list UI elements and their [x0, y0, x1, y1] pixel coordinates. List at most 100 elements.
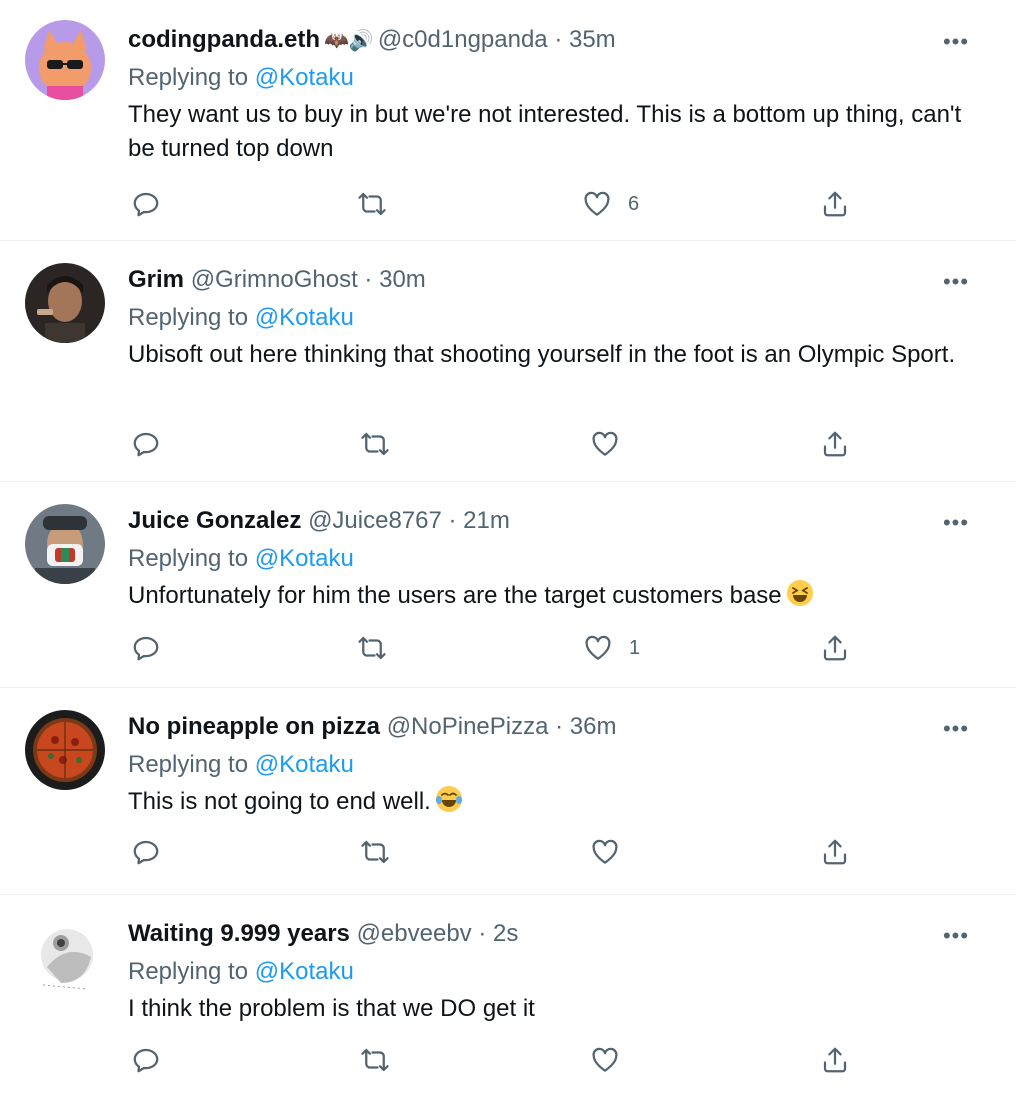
like-button[interactable] — [590, 1042, 636, 1078]
user-handle[interactable]: @GrimnoGhost — [191, 266, 358, 293]
replying-to-line: Replying to @Kotaku — [128, 749, 354, 781]
reply-bubble-icon — [133, 636, 159, 661]
user-handle[interactable]: @ebveebv — [357, 920, 472, 947]
mention-link[interactable]: @Kotaku — [255, 304, 354, 331]
retweet-button[interactable] — [357, 630, 387, 666]
display-name[interactable]: Waiting 9.999 years — [128, 920, 350, 947]
tweet-text: I think the problem is that we DO get it — [128, 995, 535, 1022]
tweet[interactable]: No pineapple on pizza @NoPinePizza · 36m… — [0, 688, 1016, 895]
share-button[interactable] — [820, 426, 850, 462]
heart-icon — [585, 635, 611, 660]
timestamp[interactable]: 35m — [569, 26, 616, 53]
tweet[interactable]: Grim @GrimnoGhost · 30m ••• Replying to … — [0, 241, 1016, 482]
reply-button[interactable] — [131, 186, 161, 222]
reply-bubble-icon — [133, 192, 159, 217]
tweet-text: This is not going to end well. — [128, 788, 431, 815]
retweet-icon — [361, 432, 389, 456]
heart-icon — [584, 191, 610, 216]
timestamp[interactable]: 30m — [379, 266, 426, 293]
replying-to-label: Replying to — [128, 545, 255, 572]
like-count: 6 — [628, 192, 640, 215]
display-name[interactable]: No pineapple on pizza — [128, 713, 380, 740]
retweet-icon — [358, 636, 386, 660]
mention-link[interactable]: @Kotaku — [255, 545, 354, 572]
display-name[interactable]: Grim — [128, 266, 184, 293]
share-upload-icon — [823, 431, 847, 457]
retweet-button[interactable] — [360, 1042, 390, 1078]
retweet-icon — [358, 192, 386, 216]
like-button[interactable]: 1 — [583, 630, 640, 666]
display-name[interactable]: Juice Gonzalez — [128, 507, 301, 534]
reply-bubble-icon — [133, 432, 159, 457]
separator-dot: · — [357, 266, 380, 293]
tweet-text: Ubisoft out here thinking that shooting … — [128, 341, 956, 368]
reply-button[interactable] — [131, 426, 161, 462]
replying-to-label: Replying to — [128, 304, 255, 331]
name-emoji-badge: 🦇🔊 — [324, 30, 374, 52]
tweet-header: codingpanda.eth 🦇🔊 @c0d1ngpanda · 35m — [128, 23, 616, 57]
timestamp[interactable]: 21m — [463, 507, 510, 534]
action-bar — [0, 426, 1016, 462]
share-upload-icon — [823, 191, 847, 217]
tweet-text-block: Unfortunately for him the users are the … — [128, 579, 988, 613]
retweet-button[interactable] — [360, 426, 390, 462]
retweet-button[interactable] — [360, 834, 390, 870]
share-button[interactable] — [820, 1042, 850, 1078]
like-count: 1 — [629, 636, 641, 659]
heart-icon — [592, 431, 618, 456]
avatar[interactable] — [25, 263, 105, 343]
replying-to-line: Replying to @Kotaku — [128, 302, 354, 334]
user-handle[interactable]: @c0d1ngpanda — [378, 26, 548, 53]
tweet-text: Unfortunately for him the users are the … — [128, 582, 782, 609]
reply-bubble-icon — [133, 1048, 159, 1073]
like-button[interactable]: 6 — [582, 186, 639, 222]
timestamp[interactable]: 2s — [493, 920, 518, 947]
avatar[interactable] — [25, 20, 105, 100]
tweet-header: Juice Gonzalez @Juice8767 · 21m — [128, 504, 510, 538]
share-button[interactable] — [820, 630, 850, 666]
reply-button[interactable] — [131, 1042, 161, 1078]
user-handle[interactable]: @Juice8767 — [308, 507, 442, 534]
separator-dot: · — [441, 507, 464, 534]
tweet-text: They want us to buy in but we're not int… — [128, 101, 962, 162]
user-handle[interactable]: @NoPinePizza — [387, 713, 549, 740]
tweet[interactable]: Juice Gonzalez @Juice8767 · 21m ••• Repl… — [0, 482, 1016, 688]
replying-to-line: Replying to @Kotaku — [128, 956, 354, 988]
retweet-icon — [361, 840, 389, 864]
tweet-header: Grim @GrimnoGhost · 30m — [128, 263, 426, 297]
reply-button[interactable] — [131, 834, 161, 870]
mention-link[interactable]: @Kotaku — [255, 64, 354, 91]
avatar[interactable] — [25, 710, 105, 790]
replying-to-label: Replying to — [128, 64, 255, 91]
more-options-icon[interactable]: ••• — [940, 30, 972, 54]
replying-to-line: Replying to @Kotaku — [128, 62, 354, 94]
share-button[interactable] — [820, 186, 850, 222]
like-button[interactable] — [590, 426, 636, 462]
share-upload-icon — [823, 839, 847, 865]
display-name[interactable]: codingpanda.eth — [128, 26, 320, 53]
tweet[interactable]: codingpanda.eth 🦇🔊 @c0d1ngpanda · 35m ••• … — [0, 0, 1016, 241]
separator-dot: · — [548, 713, 570, 740]
retweet-button[interactable] — [357, 186, 387, 222]
tweet-header: Waiting 9.999 years @ebveebv · 2s — [128, 917, 518, 951]
share-upload-icon — [823, 635, 847, 661]
heart-icon — [592, 839, 618, 864]
replying-to-line: Replying to @Kotaku — [128, 543, 354, 575]
reply-bubble-icon — [133, 840, 159, 865]
more-options-icon[interactable]: ••• — [940, 717, 972, 741]
reply-feed: codingpanda.eth 🦇🔊 @c0d1ngpanda · 35m ••• … — [0, 0, 1016, 1098]
more-options-icon[interactable]: ••• — [940, 270, 972, 294]
timestamp[interactable]: 36m — [570, 713, 617, 740]
share-button[interactable] — [820, 834, 850, 870]
mention-link[interactable]: @Kotaku — [255, 751, 354, 778]
reply-button[interactable] — [131, 630, 161, 666]
avatar[interactable] — [25, 504, 105, 584]
more-options-icon[interactable]: ••• — [940, 924, 972, 948]
like-button[interactable] — [590, 834, 636, 870]
share-upload-icon — [823, 1047, 847, 1073]
action-bar — [0, 1042, 1016, 1078]
more-options-icon[interactable]: ••• — [940, 511, 972, 535]
tweet[interactable]: Waiting 9.999 years @ebveebv · 2s ••• Re… — [0, 895, 1016, 1098]
mention-link[interactable]: @Kotaku — [255, 958, 354, 985]
avatar[interactable] — [25, 917, 105, 997]
